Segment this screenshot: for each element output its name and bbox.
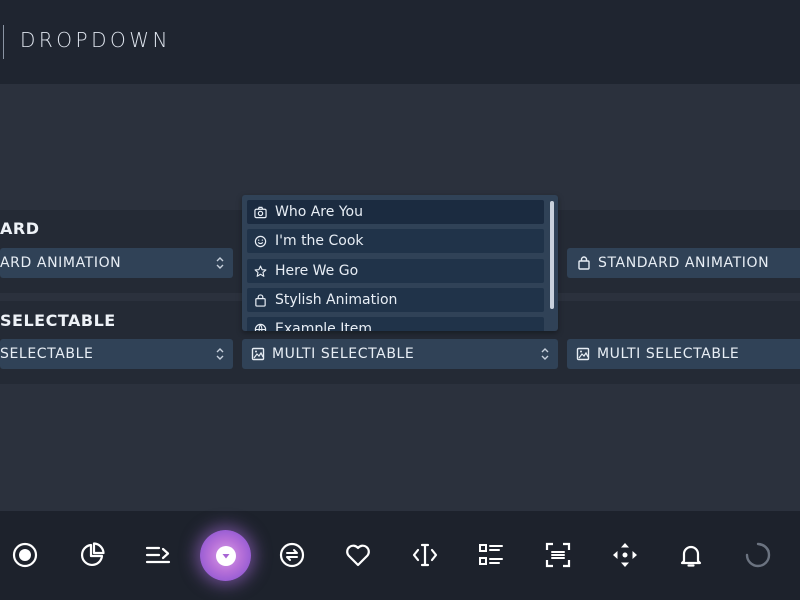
nav-list[interactable] (471, 535, 511, 575)
text-cursor-icon (412, 543, 438, 567)
menu-item-label: I'm the Cook (275, 233, 364, 249)
bell-icon (680, 545, 702, 567)
select-label: SELECTABLE (0, 346, 94, 362)
smile-icon (254, 235, 267, 247)
chevron-updown-icon (541, 348, 549, 360)
select-label: MULTI SELECTABLE (597, 346, 740, 362)
camera-icon (254, 206, 267, 218)
star-icon (254, 265, 267, 277)
select-label: STANDARD ANIMATION (598, 255, 770, 271)
select-label: MULTI SELECTABLE (272, 346, 415, 362)
bottom-nav (0, 511, 800, 600)
nav-move[interactable] (605, 535, 645, 575)
image-icon (576, 347, 590, 361)
menu-scrollbar[interactable] (550, 201, 554, 309)
nav-text-cursor[interactable] (405, 535, 445, 575)
nav-loader[interactable] (738, 535, 778, 575)
menu-item-stylish-animation[interactable]: Stylish Animation (247, 288, 544, 312)
heart-icon (346, 544, 370, 567)
pie-chart-icon (80, 542, 105, 567)
menu-item-im-the-cook[interactable]: I'm the Cook (247, 229, 544, 253)
nav-swap[interactable] (272, 535, 312, 575)
nav-bell[interactable] (671, 535, 711, 575)
menu-item-who-are-you[interactable]: Who Are You (247, 200, 544, 224)
record-icon (12, 542, 38, 568)
move-icon (613, 543, 637, 567)
multi-selectable-select-middle[interactable]: MULTI SELECTABLE (242, 339, 558, 369)
image-icon (251, 347, 265, 361)
bag-icon (255, 293, 266, 307)
selectable-select-left[interactable]: SELECTABLE (0, 339, 233, 369)
standard-animation-select-left[interactable]: ARD ANIMATION (0, 248, 233, 278)
menu-arrow-icon (145, 546, 171, 564)
title-divider (3, 25, 4, 59)
chevron-updown-icon (216, 257, 224, 269)
select-label: ARD ANIMATION (0, 255, 122, 271)
dropdown-menu[interactable]: Who Are You I'm the Cook Here We Go Styl… (242, 195, 558, 331)
menu-item-example-item[interactable]: Example Item (247, 317, 544, 331)
section-title-selectable: SELECTABLE (0, 311, 116, 330)
multi-selectable-select-right[interactable]: MULTI SELECTABLE (567, 339, 800, 369)
dropdown-icon (215, 545, 236, 566)
loader-icon (745, 542, 771, 568)
chevron-updown-icon (216, 348, 224, 360)
section-title-standard: ARD (0, 219, 40, 238)
menu-item-here-we-go[interactable]: Here We Go (247, 259, 544, 283)
nav-menu-arrow[interactable] (138, 535, 178, 575)
page-title: DROPDOWN (20, 28, 171, 52)
menu-item-label: Example Item (275, 321, 373, 331)
nav-heart[interactable] (338, 535, 378, 575)
menu-item-label: Here We Go (275, 263, 359, 279)
nav-scan[interactable] (538, 535, 578, 575)
nav-record[interactable] (5, 535, 45, 575)
scan-icon (545, 542, 571, 568)
bag-icon (578, 256, 590, 270)
nav-dropdown-active[interactable] (200, 530, 251, 581)
top-bar: DROPDOWN (0, 0, 800, 84)
standard-animation-select-right[interactable]: STANDARD ANIMATION (567, 248, 800, 278)
list-icon (479, 544, 503, 565)
menu-item-label: Stylish Animation (275, 292, 398, 308)
menu-item-label: Who Are You (275, 204, 363, 220)
swap-icon (279, 542, 305, 568)
globe-icon (254, 323, 267, 331)
nav-chart[interactable] (72, 535, 112, 575)
